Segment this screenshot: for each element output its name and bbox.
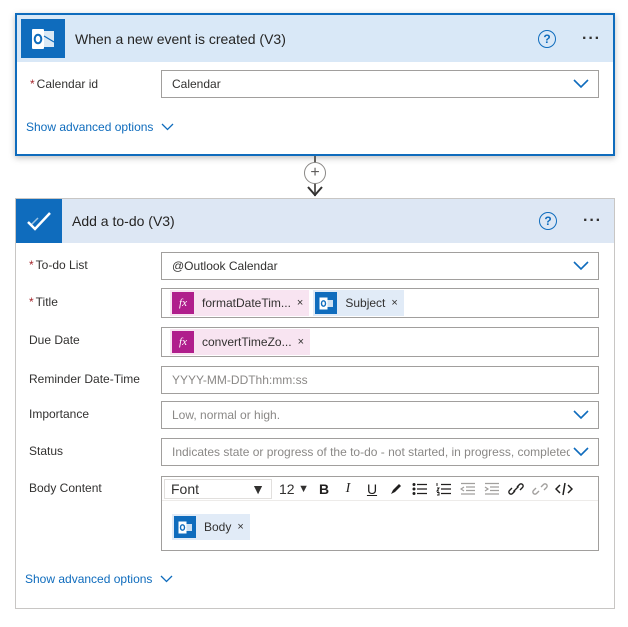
chevron-down-icon: [570, 79, 592, 89]
arrow-down-icon: [307, 186, 323, 197]
remove-token-icon[interactable]: ×: [237, 521, 249, 533]
token-convert-timezone[interactable]: fx convertTimeZo... ×: [170, 329, 311, 355]
more-options-icon[interactable]: ···: [582, 30, 601, 48]
underline-button[interactable]: U: [360, 478, 384, 500]
chevron-down-icon: [160, 572, 173, 586]
token-body[interactable]: Body ×: [172, 514, 250, 540]
rich-text-toolbar: Font ▼ 12 ▼ B I U: [162, 477, 598, 501]
todo-list-dropdown[interactable]: @Outlook Calendar: [161, 252, 599, 280]
font-family-dropdown[interactable]: Font ▼: [164, 478, 272, 499]
status-label: Status: [29, 444, 64, 458]
outlook-icon: [21, 19, 65, 58]
outdent-icon[interactable]: [456, 478, 480, 500]
remove-token-icon[interactable]: ×: [298, 336, 310, 348]
body-content-label: Body Content: [29, 481, 102, 495]
show-advanced-options-link[interactable]: Show advanced options: [26, 120, 174, 134]
reminder-placeholder: YYYY-MM-DDThh:mm:ss: [172, 373, 308, 387]
token-subject[interactable]: Subject ×: [313, 290, 404, 316]
todo-list-label: * To-do List: [29, 258, 88, 272]
numbered-list-icon[interactable]: [432, 478, 456, 500]
reminder-label: Reminder Date-Time: [29, 372, 140, 386]
bold-button[interactable]: B: [312, 478, 336, 500]
help-icon[interactable]: ?: [539, 212, 558, 230]
required-mark: *: [30, 77, 35, 91]
chevron-down-icon: [570, 447, 592, 457]
add-step-button[interactable]: +: [304, 162, 326, 184]
remove-token-icon[interactable]: ×: [297, 297, 309, 309]
font-size-dropdown[interactable]: 12 ▼: [276, 479, 312, 499]
chevron-down-icon: [161, 120, 174, 134]
chevron-down-icon: [570, 410, 592, 420]
function-icon: fx: [172, 331, 194, 353]
todo-list-value: @Outlook Calendar: [172, 259, 278, 273]
trigger-header[interactable]: When a new event is created (V3) ? ···: [17, 15, 613, 62]
action-title: Add a to-do (V3): [72, 213, 175, 229]
due-date-label: Due Date: [29, 333, 80, 347]
italic-button[interactable]: I: [336, 478, 360, 500]
caret-down-icon: ▼: [251, 480, 265, 497]
remove-token-icon[interactable]: ×: [391, 297, 403, 309]
code-view-icon[interactable]: [552, 478, 576, 500]
status-placeholder: Indicates state or progress of the to-do…: [172, 445, 570, 459]
status-dropdown[interactable]: Indicates state or progress of the to-do…: [161, 438, 599, 466]
title-label: * Title: [29, 295, 58, 309]
show-advanced-options-link[interactable]: Show advanced options: [25, 572, 173, 586]
outlook-icon: [315, 292, 338, 314]
indent-icon[interactable]: [480, 478, 504, 500]
outlook-icon: [174, 516, 196, 538]
calendar-id-label: * Calendar id: [30, 77, 99, 91]
title-field[interactable]: fx formatDateTim... × Subject ×: [161, 288, 599, 318]
caret-down-icon: ▼: [298, 482, 309, 495]
calendar-id-value: Calendar: [172, 77, 221, 91]
chevron-down-icon: [570, 261, 592, 271]
action-card[interactable]: Add a to-do (V3) ? ··· * To-do List @Outl…: [15, 198, 615, 609]
calendar-id-dropdown[interactable]: Calendar: [161, 70, 599, 98]
importance-placeholder: Low, normal or high.: [172, 408, 281, 422]
todo-check-icon: [16, 199, 62, 243]
importance-label: Importance: [29, 407, 90, 421]
link-icon[interactable]: [504, 478, 528, 500]
token-format-datetime[interactable]: fx formatDateTim... ×: [170, 290, 310, 316]
more-options-icon[interactable]: ···: [583, 212, 602, 230]
editor-body[interactable]: Body ×: [162, 501, 598, 540]
body-content-editor[interactable]: Font ▼ 12 ▼ B I U Body ×: [161, 476, 599, 551]
unlink-icon[interactable]: [528, 478, 552, 500]
trigger-title: When a new event is created (V3): [75, 30, 286, 47]
function-icon: fx: [172, 292, 194, 314]
trigger-card[interactable]: When a new event is created (V3) ? ··· *…: [15, 13, 615, 156]
importance-dropdown[interactable]: Low, normal or high.: [161, 401, 599, 429]
highlight-pen-icon[interactable]: [384, 478, 408, 500]
help-icon[interactable]: ?: [538, 29, 557, 48]
action-header[interactable]: Add a to-do (V3) ? ···: [16, 199, 614, 243]
reminder-input[interactable]: YYYY-MM-DDThh:mm:ss: [161, 366, 599, 394]
due-date-field[interactable]: fx convertTimeZo... ×: [161, 327, 599, 357]
bullet-list-icon[interactable]: [408, 478, 432, 500]
plus-icon: +: [310, 164, 320, 181]
flow-connector: +: [303, 156, 327, 198]
